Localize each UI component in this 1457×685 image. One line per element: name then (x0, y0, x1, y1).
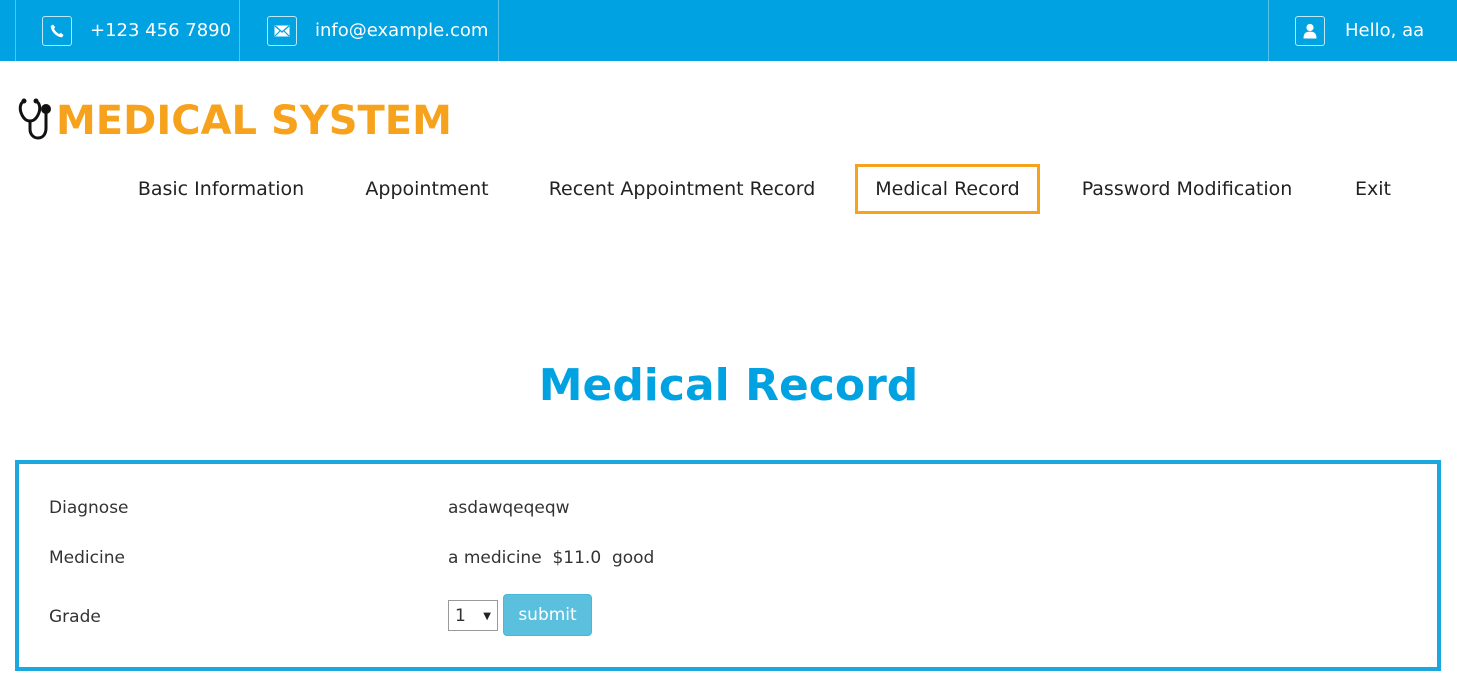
divider (15, 0, 16, 61)
grade-selected-value: 1 (455, 605, 466, 626)
main-nav: Basic Information Appointment Recent App… (0, 164, 1457, 214)
medical-record-panel: Diagnose asdawqeqeqw Medicine a medicine… (15, 460, 1441, 671)
page-title: Medical Record (538, 360, 919, 411)
nav-recent-appointment-record[interactable]: Recent Appointment Record (538, 164, 826, 214)
phone-number: +123 456 7890 (90, 20, 232, 41)
nav-exit[interactable]: Exit (1342, 164, 1404, 214)
nav-medical-record[interactable]: Medical Record (855, 164, 1040, 214)
logo-text: MEDICAL SYSTEM (56, 98, 452, 144)
caret-down-icon: ▼ (483, 611, 491, 622)
phone-icon (42, 15, 72, 46)
medicine-label: Medicine (49, 548, 125, 568)
phone-contact[interactable]: +123 456 7890 (42, 0, 231, 61)
user-greeting[interactable]: Hello, aa (1295, 0, 1424, 61)
diagnose-value: asdawqeqeqw (448, 498, 570, 518)
diagnose-label: Diagnose (49, 498, 129, 518)
nav-password-modification[interactable]: Password Modification (1068, 164, 1306, 214)
nav-appointment[interactable]: Appointment (352, 164, 502, 214)
site-logo[interactable]: MEDICAL SYSTEM (16, 96, 452, 146)
grade-label: Grade (49, 607, 101, 627)
envelope-icon (267, 15, 297, 46)
user-icon (1295, 15, 1325, 46)
submit-button[interactable]: submit (503, 594, 592, 636)
email-contact[interactable]: info@example.com (267, 0, 488, 61)
nav-basic-information[interactable]: Basic Information (126, 164, 316, 214)
greeting-text: Hello, aa (1345, 20, 1425, 41)
divider (239, 0, 240, 61)
stethoscope-icon (16, 97, 54, 145)
divider (1268, 0, 1269, 61)
email-address: info@example.com (315, 20, 489, 41)
grade-select[interactable]: 1 ▼ (448, 600, 498, 631)
medicine-value: a medicine $11.0 good (448, 548, 655, 568)
top-bar: +123 456 7890 info@example.com Hello, aa (0, 0, 1457, 61)
divider (498, 0, 499, 61)
